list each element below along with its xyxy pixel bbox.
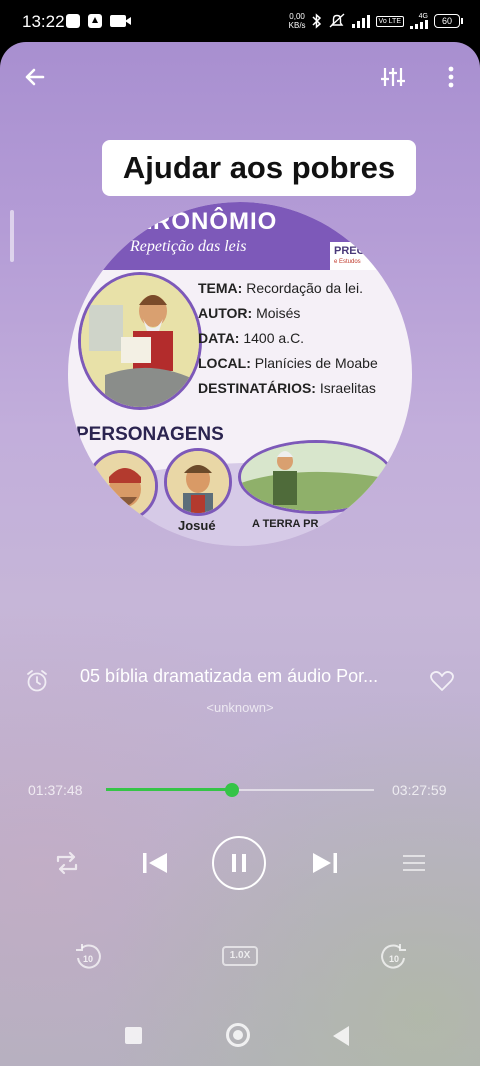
seek-thumb[interactable] [224,783,239,797]
artwork-personagens-heading: PERSONAGENS [76,424,224,445]
skip-previous-icon [143,853,167,873]
total-time: 03:27:59 [392,782,447,798]
equalizer-button[interactable] [376,60,410,94]
network-type: 4G [418,13,428,20]
moses-illustration [78,272,202,410]
queue-button[interactable] [398,846,430,880]
progress-row: 01:37:48 03:27:59 [0,778,480,802]
info-destinatarios: DESTINATÁRIOS: Israelitas [198,380,376,396]
repeat-icon [56,851,78,875]
artwork-title: ERONÔMIO [136,208,278,235]
info-tema: TEMA: Recordação da lei. [198,280,363,296]
rewind-label: 10 [83,954,93,964]
edge-handle[interactable] [10,210,14,262]
artwork-brand: PREG e Estudos [330,242,410,270]
artwork-brand-text: PREG [334,245,366,257]
pause-icon [232,854,246,872]
system-navigation-bar [0,1018,480,1054]
more-vertical-icon [448,66,454,88]
battery-icon: 60 [434,14,463,28]
playback-speed-button[interactable]: 1.0X [222,946,258,966]
upload-notification-icon [88,14,102,28]
character-portrait-1 [86,450,158,522]
song-info-row: 05 bíblia dramatizada em áudio Por... [0,660,480,700]
elapsed-time: 01:37:48 [28,782,83,798]
next-button[interactable] [308,846,342,880]
playback-controls [0,832,480,902]
net-speed: 0,00 KB/s [289,12,306,30]
app-notification-icon [66,14,80,28]
status-bar: 13:22 0,00 KB/s Vo LTE 4G 60 [0,0,480,42]
notification-icons [66,14,131,28]
signal-1-icon [351,14,370,28]
skip-next-icon [313,853,337,873]
forward-label: 10 [389,954,399,964]
artwork-subtitle: Repetição das leis [130,238,247,255]
home-button[interactable] [226,1023,250,1047]
caption-terra: A TERRA PR [252,518,319,530]
net-speed-unit: KB/s [288,21,306,30]
lyric-box[interactable]: Ajudar aos pobres [102,140,416,196]
net-speed-value: 0,00 [289,12,305,21]
equalizer-icon [381,68,405,86]
rewind-10-icon: 10 [76,944,101,969]
info-data: DATA: 1400 a.C. [198,330,305,346]
back-button[interactable] [18,60,52,94]
queue-list-icon [403,855,425,871]
signal-2-icon: 4G [410,13,428,29]
favorite-button[interactable] [428,668,456,694]
artist-name: <unknown> [206,700,274,715]
forward-10-icon: 10 [381,944,406,969]
system-status-icons: 0,00 KB/s Vo LTE 4G 60 [289,12,463,30]
forward-10-button[interactable]: 10 [378,942,410,974]
lyric-line: Ajudar aos pobres [122,150,396,185]
heart-icon [430,671,454,691]
album-artwork[interactable]: ERONÔMIO Repetição das leis PREG e Estud… [68,202,412,546]
bell-off-icon [329,13,345,28]
video-notification-icon [110,15,131,27]
bluetooth-icon [312,13,321,29]
repeat-button[interactable] [50,846,84,880]
status-time: 13:22 [22,12,65,31]
song-title: 05 bíblia dramatizada em áudio Por... [80,666,379,686]
character-portrait-josue [164,448,232,516]
info-local: LOCAL: Planícies de Moabe [198,355,378,371]
promised-land-illustration [238,440,394,514]
player-header [0,42,480,112]
sleep-timer-button[interactable] [24,668,50,694]
arrow-left-icon [25,68,45,86]
previous-button[interactable] [138,846,172,880]
alarm-clock-icon [27,670,47,692]
rewind-10-button[interactable]: 10 [72,942,104,974]
system-back-button[interactable] [333,1026,349,1046]
music-player: Ajudar aos pobres ERONÔMIO Repetição das… [0,42,480,1066]
info-autor: AUTOR: Moisés [198,305,301,321]
artwork-brand-sub: e Estudos [334,259,361,265]
artwork-info-list: TEMA: Recordação da lei. AUTOR: Moisés D… [198,280,378,405]
more-options-button[interactable] [434,60,468,94]
seek-bar-fill [106,788,232,791]
caption-josue: Josué [178,518,216,533]
extra-controls: 10 1.0X 10 [0,938,480,978]
pause-button[interactable] [212,836,266,890]
volte-badge: Vo LTE [375,15,404,27]
seek-bar[interactable] [106,783,374,797]
recents-button[interactable] [125,1027,142,1044]
